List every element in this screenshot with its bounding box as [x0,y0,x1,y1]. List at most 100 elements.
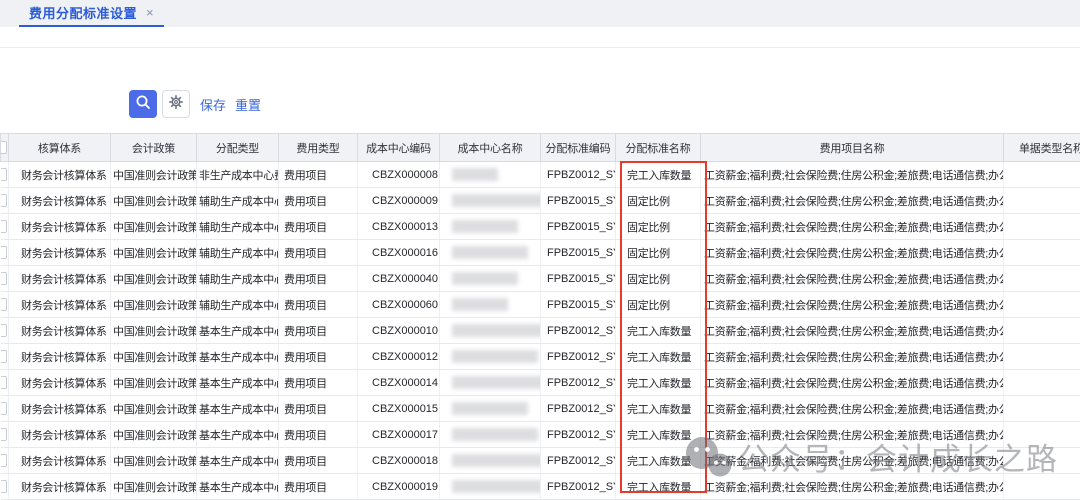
save-button[interactable]: 保存 [200,95,226,114]
row-checkbox-cell [1,344,9,370]
cell-cost-center-code: CBZX000016 [358,240,440,266]
cell-cost-center-name [440,162,541,188]
cell-accounting-policy: 中国准则会计政策 [111,188,197,214]
table-row[interactable]: 财务会计核算体系中国准则会计政策基本生产成本中心费用项目CBZX000015FP… [1,396,1080,422]
row-checkbox[interactable] [1,298,7,311]
row-checkbox-cell [1,396,9,422]
cell-accounting-system: 财务会计核算体系 [9,240,111,266]
cell-accounting-policy: 中国准则会计政策 [111,240,197,266]
cell-expense-items: 工资薪金;福利费;社会保险费;住房公积金;差旅费;电话通信费;办公费;培训费 [701,344,1004,370]
cell-accounting-system: 财务会计核算体系 [9,266,111,292]
table-row[interactable]: 财务会计核算体系中国准则会计政策基本生产成本中心费用项目CBZX000017FP… [1,422,1080,448]
search-button[interactable] [129,90,157,118]
row-checkbox-cell [1,292,9,318]
cell-allocation-type: 辅助生产成本中心 [197,266,279,292]
cell-standard-code: FPBZ0015_SYS [541,240,616,266]
table-row[interactable]: 财务会计核算体系中国准则会计政策辅助生产成本中心费用项目CBZX000040FP… [1,266,1080,292]
table-body: 财务会计核算体系中国准则会计政策非生产成本中心费费用项目CBZX000008FP… [1,162,1080,500]
cell-standard-name: 完工入库数量 [616,318,701,344]
table-row[interactable]: 财务会计核算体系中国准则会计政策基本生产成本中心费用项目CBZX000018FP… [1,448,1080,474]
cell-accounting-policy: 中国准则会计政策 [111,318,197,344]
cell-expense-type: 费用项目 [279,240,358,266]
table-row[interactable]: 财务会计核算体系中国准则会计政策非生产成本中心费费用项目CBZX000008FP… [1,162,1080,188]
cell-expense-type: 费用项目 [279,318,358,344]
cell-standard-name: 固定比例 [616,188,701,214]
cell-cost-center-code: CBZX000060 [358,292,440,318]
cell-expense-items: 工资薪金;福利费;社会保险费;住房公积金;差旅费;电话通信费;办公费;培训费 [701,474,1004,500]
redacted-cost-center-name [452,402,528,415]
cell-cost-center-code: CBZX000018 [358,448,440,474]
table-row[interactable]: 财务会计核算体系中国准则会计政策辅助生产成本中心费用项目CBZX000016 FP… [1,240,1080,266]
row-checkbox[interactable] [1,350,7,363]
cell-allocation-type: 基本生产成本中心 [197,474,279,500]
tab-bar: 费用分配标准设置 × [0,0,1080,27]
cell-accounting-system: 财务会计核算体系 [9,162,111,188]
settings-button[interactable] [162,90,190,118]
cell-allocation-type: 辅助生产成本中心 [197,240,279,266]
cell-standard-code: FPBZ0015_SYS [541,188,616,214]
table-row[interactable]: 财务会计核算体系中国准则会计政策辅助生产成本中心费用项目CBZX000009FP… [1,188,1080,214]
redacted-cost-center-name [452,350,538,363]
cell-allocation-type: 辅助生产成本中心 [197,214,279,240]
cell-allocation-type: 辅助生产成本中心 [197,188,279,214]
cell-standard-name: 完工入库数量 [616,422,701,448]
cell-doc-type [1004,188,1080,214]
table-row[interactable]: 财务会计核算体系中国准则会计政策辅助生产成本中心费用项目CBZX000013FP… [1,214,1080,240]
cell-expense-items: 工资薪金;福利费;社会保险费;住房公积金;差旅费;电话通信费;办公费;培训费 [701,396,1004,422]
cell-accounting-policy: 中国准则会计政策 [111,266,197,292]
row-checkbox[interactable] [1,194,7,207]
cell-cost-center-name [440,344,541,370]
reset-button[interactable]: 重置 [235,95,261,114]
cell-cost-center-name [440,318,541,344]
row-checkbox[interactable] [1,428,7,441]
cell-cost-center-code: CBZX000012 [358,344,440,370]
row-checkbox[interactable] [1,324,7,337]
table-row[interactable]: 财务会计核算体系中国准则会计政策基本生产成本中心费用项目CBZX000019FP… [1,474,1080,500]
row-checkbox[interactable] [1,480,7,493]
row-checkbox[interactable] [1,454,7,467]
redacted-cost-center-name [452,376,541,389]
cell-doc-type [1004,318,1080,344]
row-checkbox[interactable] [1,168,7,181]
cell-standard-code: FPBZ0012_SYS [541,474,616,500]
cell-doc-type [1004,422,1080,448]
cell-expense-items: 工资薪金;福利费;社会保险费;住房公积金;差旅费;电话通信费;办公费;培训费 [701,292,1004,318]
table-row[interactable]: 财务会计核算体系中国准则会计政策基本生产成本中心费用项目CBZX000012FP… [1,344,1080,370]
row-checkbox[interactable] [1,402,7,415]
row-checkbox[interactable] [1,272,7,285]
cell-accounting-system: 财务会计核算体系 [9,422,111,448]
section-divider [0,47,1080,48]
cell-standard-code: FPBZ0015_SYS [541,266,616,292]
tab-close-icon[interactable]: × [146,6,154,19]
row-checkbox-cell [1,162,9,188]
redacted-cost-center-name [452,454,541,467]
row-checkbox-cell [1,188,9,214]
cell-doc-type [1004,474,1080,500]
cell-expense-items: 工资薪金;福利费;社会保险费;住房公积金;差旅费;电话通信费;办公费;培训费 [701,266,1004,292]
row-checkbox[interactable] [1,376,7,389]
cell-allocation-type: 基本生产成本中心 [197,396,279,422]
cell-standard-name: 固定比例 [616,240,701,266]
select-all-checkbox[interactable] [1,141,8,154]
row-checkbox[interactable] [1,220,7,233]
cell-expense-items: 工资薪金;福利费;社会保险费;住房公积金;差旅费;电话通信费;办公费;培训费 [701,370,1004,396]
row-checkbox[interactable] [1,246,7,259]
cell-accounting-policy: 中国准则会计政策 [111,448,197,474]
cell-accounting-policy: 中国准则会计政策 [111,292,197,318]
cell-expense-type: 费用项目 [279,344,358,370]
cell-expense-type: 费用项目 [279,292,358,318]
cell-accounting-policy: 中国准则会计政策 [111,422,197,448]
allocation-standards-table: 核算体系 会计政策 分配类型 费用类型 成本中心编码 成本中心名称 分配标准编码… [0,133,1080,500]
cell-expense-type: 费用项目 [279,214,358,240]
table-header: 核算体系 会计政策 分配类型 费用类型 成本中心编码 成本中心名称 分配标准编码… [1,134,1080,162]
redacted-cost-center-name [452,246,528,259]
table-row[interactable]: 财务会计核算体系中国准则会计政策辅助生产成本中心费用项目CBZX000060FP… [1,292,1080,318]
cell-cost-center-code: CBZX000013 [358,214,440,240]
cell-standard-name: 完工入库数量 [616,344,701,370]
cell-standard-code: FPBZ0012_SYS [541,344,616,370]
toolbar: 保存 重置 [129,90,261,118]
table-row[interactable]: 财务会计核算体系中国准则会计政策基本生产成本中心费用项目CBZX000014FP… [1,370,1080,396]
tab-expense-allocation-settings[interactable]: 费用分配标准设置 × [19,0,164,27]
table-row[interactable]: 财务会计核算体系中国准则会计政策基本生产成本中心费用项目CBZX000010FP… [1,318,1080,344]
cell-allocation-type: 基本生产成本中心 [197,448,279,474]
